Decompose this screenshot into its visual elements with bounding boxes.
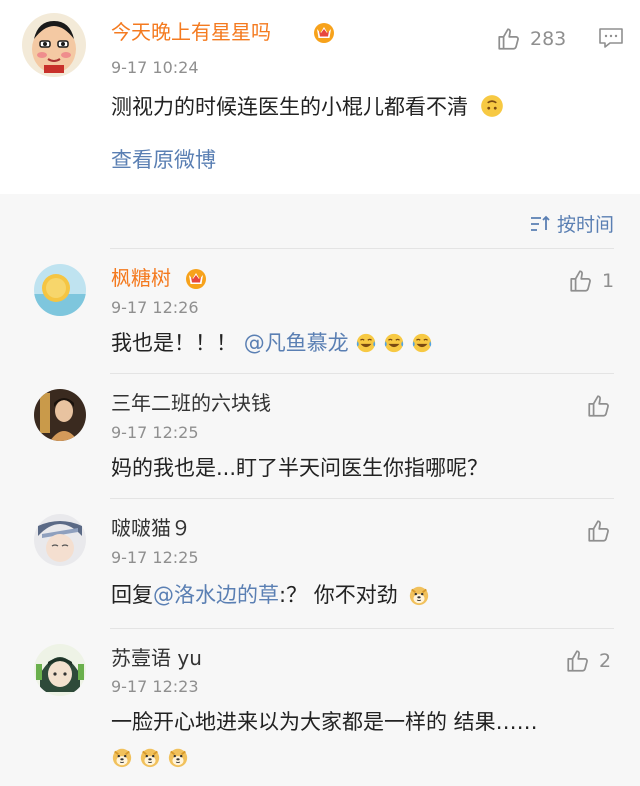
thumbs-up-icon <box>496 26 522 52</box>
reply-avatar[interactable] <box>34 389 86 441</box>
post-author-name[interactable]: 今天晚上有星星吗 <box>111 20 271 44</box>
mention-link[interactable]: @凡鱼慕龙 <box>244 331 349 355</box>
post-like-button[interactable]: 283 <box>496 26 566 52</box>
reply-text: 我也是！！！ @凡鱼慕龙 <box>111 329 439 357</box>
reply-text: 回复@洛水边的草:？ 你不对劲 <box>111 581 436 609</box>
reply-text-body: 我也是！！！ <box>111 331 237 355</box>
post-text-body: 测视力的时候连医生的小棍儿都看不清 <box>111 95 468 119</box>
sort-icon <box>530 215 550 231</box>
laugh-cry-emoji-icon <box>355 332 377 354</box>
post-timestamp: 9-17 10:24 <box>111 58 199 77</box>
divider <box>110 248 614 249</box>
post-like-count: 283 <box>530 28 567 50</box>
vip-crown-badge-icon <box>184 266 208 290</box>
thumbs-up-icon <box>586 393 612 419</box>
sort-by-time-button[interactable]: 按时间 <box>529 210 614 237</box>
doge-emoji-icon <box>111 746 133 768</box>
reply-text: 一脸开心地进来以为大家都是一样的 结果…… <box>111 710 538 734</box>
reply-like-count: 2 <box>599 650 612 672</box>
reply-like-count: 1 <box>602 270 615 292</box>
thumbs-up-icon <box>586 518 612 544</box>
reply-like-button[interactable] <box>586 518 620 544</box>
reply-text-prefix: 回复 <box>111 583 153 607</box>
sort-label: 按时间 <box>556 214 614 236</box>
view-original-post-link[interactable]: 查看原微博 <box>111 146 216 174</box>
reply-text-body: :？ 你不对劲 <box>279 583 398 607</box>
doge-emoji-icon <box>139 746 161 768</box>
upside-down-face-emoji-icon <box>480 95 503 117</box>
post-text: 测视力的时候连医生的小棍儿都看不清 <box>111 93 505 121</box>
reply-timestamp: 9-17 12:23 <box>111 677 199 696</box>
doge-emoji-icon <box>167 746 189 768</box>
reply-username[interactable]: 啵啵猫９ <box>111 516 191 540</box>
reply-like-button[interactable] <box>586 393 620 419</box>
post-author-avatar[interactable] <box>22 13 86 77</box>
laugh-cry-emoji-icon <box>411 332 433 354</box>
divider <box>110 628 614 629</box>
reply-avatar[interactable] <box>34 514 86 566</box>
reply-emoji-row <box>111 746 195 768</box>
laugh-cry-emoji-icon <box>383 332 405 354</box>
doge-emoji-icon <box>408 584 430 606</box>
reply-like-button[interactable]: 1 <box>568 268 614 294</box>
reply-avatar[interactable] <box>34 264 86 316</box>
reply-username[interactable]: 苏壹语 yu <box>111 646 202 670</box>
reply-username[interactable]: 枫糖树 <box>111 266 171 290</box>
divider <box>110 498 614 499</box>
thumbs-up-icon <box>568 268 594 294</box>
reply-timestamp: 9-17 12:25 <box>111 423 199 442</box>
reply-timestamp: 9-17 12:25 <box>111 548 199 567</box>
reply-timestamp: 9-17 12:26 <box>111 298 199 317</box>
vip-crown-badge-icon <box>312 20 336 44</box>
original-comment-card: 今天晚上有星星吗 283 9-17 10:24 测视力的时候连医生的小棍儿都看不… <box>0 0 640 194</box>
reply-like-button[interactable]: 2 <box>565 648 611 674</box>
mention-link[interactable]: @洛水边的草 <box>153 583 279 607</box>
divider <box>110 373 614 374</box>
reply-username[interactable]: 三年二班的六块钱 <box>111 391 271 415</box>
reply-avatar[interactable] <box>34 644 86 696</box>
comment-icon[interactable] <box>598 26 624 50</box>
sort-bar: 按时间 <box>0 194 640 248</box>
thumbs-up-icon <box>565 648 591 674</box>
reply-text: 妈的我也是...盯了半天问医生你指哪呢？ <box>111 456 489 480</box>
